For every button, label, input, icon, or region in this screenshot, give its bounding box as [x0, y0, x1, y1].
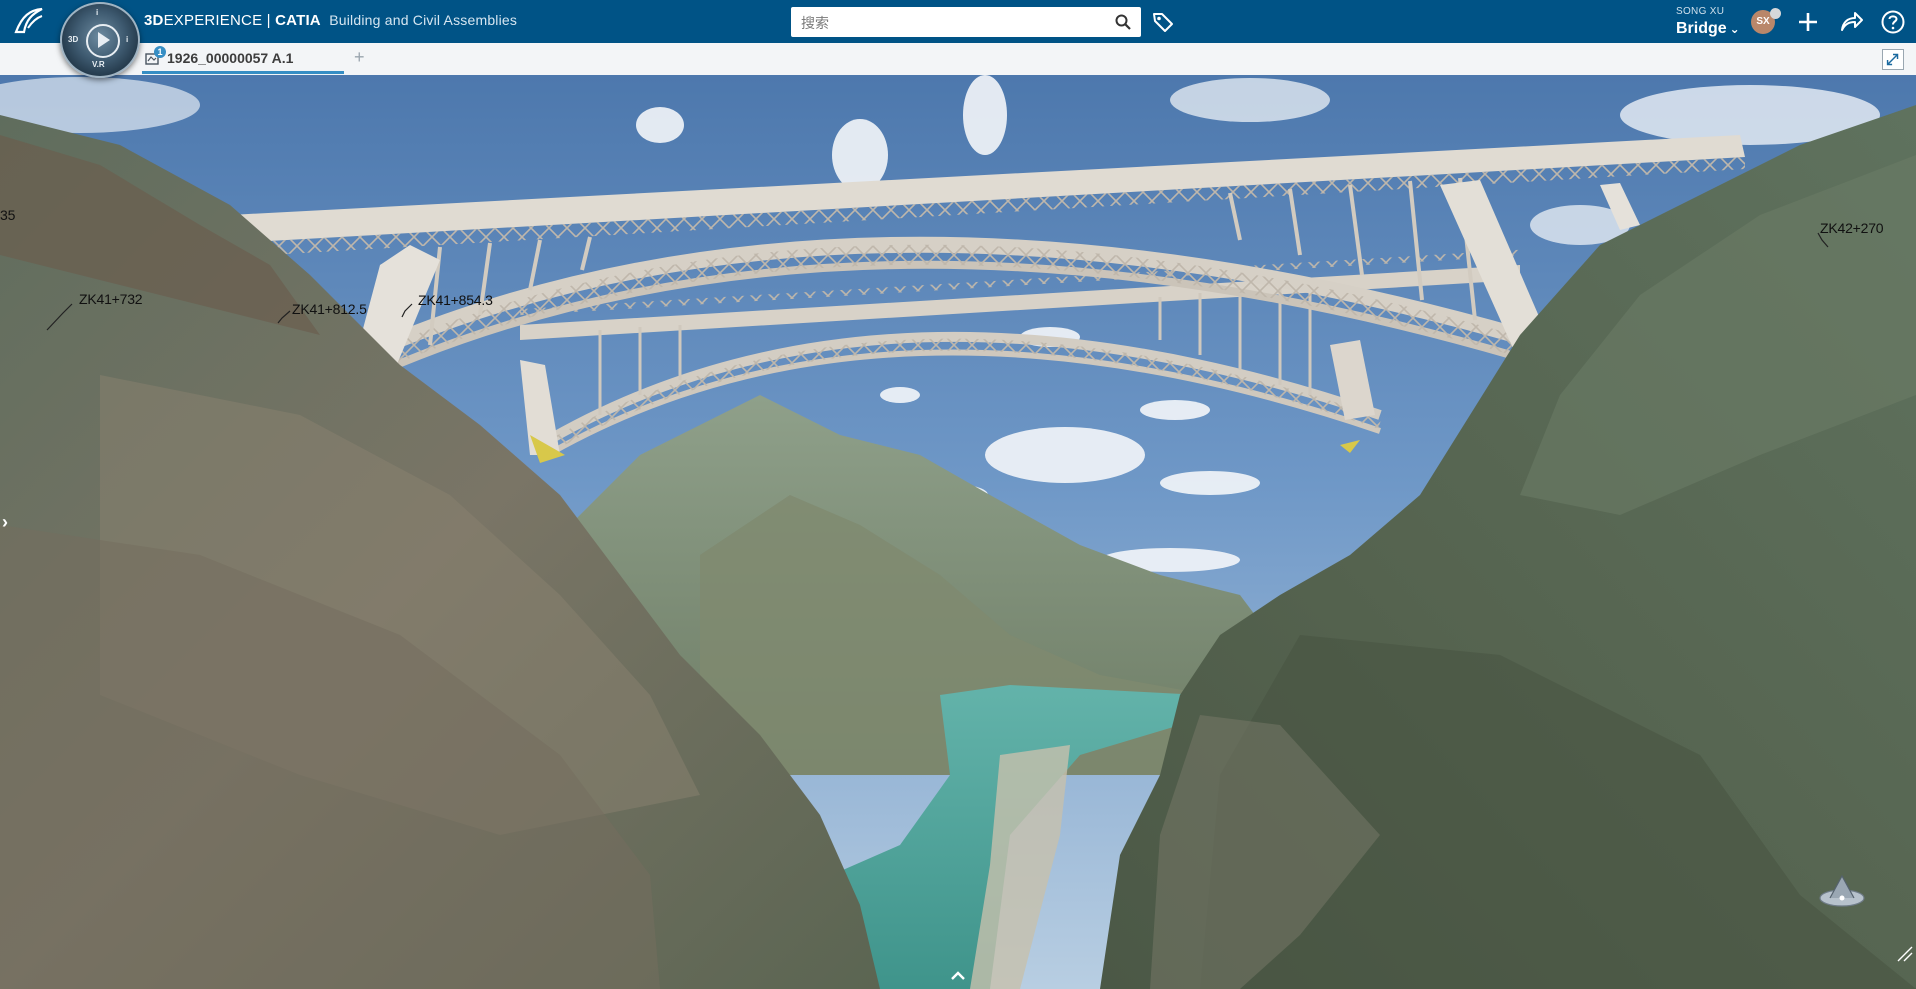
fullscreen-icon[interactable] — [1882, 49, 1904, 70]
space-name[interactable]: Bridge ⌄ — [1676, 20, 1740, 38]
chevron-up-icon[interactable] — [948, 969, 968, 983]
share-icon[interactable] — [1838, 9, 1864, 35]
compass-icon[interactable]: i 3D i V.R — [60, 2, 140, 78]
top-bar: i 3D i V.R 3DEXPERIENCE | CATIA Building… — [0, 0, 1916, 78]
user-name: SONG XU — [1676, 6, 1725, 17]
tag-icon[interactable] — [1151, 10, 1175, 34]
brand-rest: EXPERIENCE — [163, 12, 263, 29]
station-label: 35 — [0, 207, 16, 223]
search-box — [791, 7, 1141, 37]
chevron-down-icon: ⌄ — [1729, 22, 1740, 36]
play-icon[interactable] — [86, 24, 120, 58]
ds-logo-icon[interactable] — [12, 6, 46, 36]
add-tab-button[interactable]: + — [354, 47, 365, 68]
tab-count-badge: 1 — [154, 46, 166, 58]
app-role: Building and Civil Assemblies — [329, 12, 518, 28]
app-title: 3DEXPERIENCE | CATIA Building and Civil … — [144, 12, 517, 29]
search-input[interactable] — [799, 12, 1103, 34]
robot-navigation-icon[interactable] — [1812, 870, 1872, 910]
station-label: ZK42+270 — [1820, 220, 1884, 236]
compass-label-bottom: V.R — [92, 60, 105, 69]
compass-label-right: i — [126, 35, 129, 44]
compass-label-left: 3D — [68, 35, 79, 44]
compass-label-top: i — [96, 8, 99, 17]
resize-handle-icon[interactable] — [1896, 945, 1914, 963]
side-panel-toggle[interactable]: › — [2, 512, 16, 534]
tab-label: 1926_00000057 A.1 — [167, 50, 294, 66]
plus-icon[interactable] — [1795, 9, 1821, 35]
tab-document[interactable]: 1 1926_00000057 A.1 — [142, 43, 344, 74]
help-icon[interactable] — [1880, 9, 1906, 35]
station-label: ZK41+732 — [79, 291, 143, 307]
avatar-status-badge — [1770, 8, 1781, 19]
tab-bar: 1 1926_00000057 A.1 + — [0, 43, 1916, 76]
3d-viewport[interactable]: 35 ZK41+732 ZK41+812.5 ZK41+854.3 ZK42+2… — [0, 75, 1916, 989]
app-name: CATIA — [275, 12, 321, 29]
station-label: ZK41+812.5 — [292, 301, 367, 317]
brand-separator: | — [262, 12, 276, 29]
search-icon[interactable] — [1115, 14, 1131, 30]
space-name-label: Bridge — [1676, 20, 1727, 37]
brand-bold: 3D — [144, 12, 164, 29]
station-label: ZK41+854.3 — [418, 292, 493, 308]
bridge-scene[interactable] — [0, 75, 1916, 989]
